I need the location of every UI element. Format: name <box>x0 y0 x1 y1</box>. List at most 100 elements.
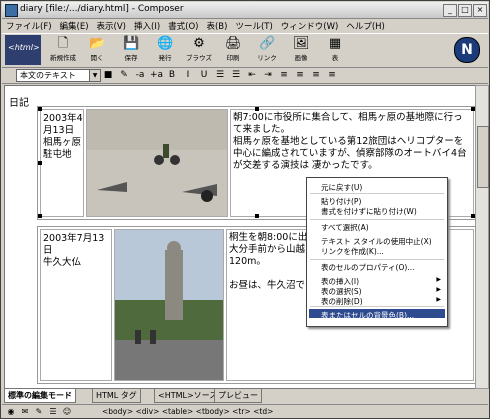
address-book-icon[interactable]: ☰ <box>48 407 58 417</box>
submenu-arrow-icon: ▶ <box>436 296 441 303</box>
composition-toolbar: <html> N 🗋 新規作成 📂 開く 💾 保存 🌐 発行 ⚙ ブラウズ 🖨 印刷 🔗 リンク 🖼 画像 ▦ 表 <box>2 33 488 68</box>
row2-date-cell[interactable]: 2003年7月13日 牛久大仏 <box>40 229 112 381</box>
toolbar-button-label: 開く <box>90 54 104 62</box>
format-tool-12[interactable]: ≡ <box>294 69 306 81</box>
maximize-button[interactable]: □ <box>458 4 472 17</box>
toolbar-button-label: 保存 <box>124 54 138 62</box>
menu-bar: ファイル(F) 編集(E) 表示(V) 挿入(I) 書式(O) 表(B) ツール(T) ウィン… <box>2 19 488 33</box>
paragraph-style-value: 本文のテキスト <box>20 71 76 80</box>
toolbar-button-label: リンク <box>257 54 277 62</box>
new-page-icon: 🗋 <box>57 36 69 51</box>
row2-date: 2003年7月13日 牛久大仏 <box>43 233 105 268</box>
composer-icon[interactable]: ✎ <box>34 407 44 417</box>
menu-item[interactable]: ウィンドウ(W) <box>277 19 343 33</box>
format-tool-4[interactable]: B <box>166 69 178 81</box>
tab-edit-mode-0[interactable]: 標準の編集モード <box>4 388 76 403</box>
context-menu-item[interactable]: リンクを作成(K)... <box>321 246 384 257</box>
context-menu-item[interactable]: 表の削除(D) <box>321 296 363 307</box>
toolbar-button-3[interactable]: 🌐 発行 <box>148 36 182 66</box>
context-menu: 元に戻す(U) 貼り付け(P) 書式を付けずに貼り付け(W) すべて選択(A) テキスト… <box>306 177 448 327</box>
vertical-scrollbar[interactable] <box>475 85 489 389</box>
context-menu-item[interactable]: すべて選択(A) <box>321 222 369 233</box>
menu-item[interactable]: 表(B) <box>202 19 231 33</box>
chevron-down-icon: ▼ <box>89 70 100 81</box>
menu-item[interactable]: 挿入(I) <box>130 19 164 33</box>
menu-item[interactable]: ヘルプ(H) <box>342 19 389 33</box>
format-toolbar: 本文のテキスト ▼ ■ ✎ -a +a B I U ☰ ☰ ⇤ ⇥ ≡ ≡ ≡ ≡ <box>2 67 488 84</box>
minimize-button[interactable]: _ <box>443 4 457 17</box>
resize-handle[interactable] <box>38 161 42 165</box>
document-heading: 日記 <box>9 98 29 109</box>
format-tool-11[interactable]: ≡ <box>278 69 290 81</box>
open-icon: 📂 <box>89 36 106 51</box>
menu-item[interactable]: ファイル(F) <box>2 19 56 33</box>
context-menu-item[interactable]: 元に戻す(U) <box>321 182 362 193</box>
format-tool-13[interactable]: ≡ <box>310 69 322 81</box>
save-icon: 💾 <box>123 36 140 51</box>
format-tool-5[interactable]: I <box>182 69 194 81</box>
row1-text: 朝7:00に市役所に集合して、相馬ヶ原の基地際に行って来ました。 相馬ヶ原を基地… <box>233 112 467 171</box>
menu-item[interactable]: ツール(T) <box>231 19 276 33</box>
menu-item[interactable]: 表示(V) <box>93 19 130 33</box>
toolbar-button-4[interactable]: ⚙ ブラウズ <box>182 36 216 66</box>
paragraph-style-select[interactable]: 本文のテキスト ▼ <box>16 69 101 82</box>
status-bar: ◉ ✉ ✎ ☰ ☺ <body> <div> <table> <tbody> <… <box>2 404 488 419</box>
navigator-icon[interactable]: ◉ <box>6 407 16 417</box>
chat-icon[interactable]: ☺ <box>62 407 72 417</box>
netscape-logo-icon[interactable]: N <box>454 37 480 63</box>
toolbar-button-8[interactable]: ▦ 表 <box>318 36 352 66</box>
context-menu-item[interactable]: 表のセルのプロパティ(O)... <box>321 262 414 273</box>
toolbar-button-label: 画像 <box>294 54 308 62</box>
publish-icon: 🌐 <box>157 36 174 51</box>
toolbar-button-2[interactable]: 💾 保存 <box>114 36 148 66</box>
menu-separator <box>310 193 444 194</box>
format-tool-10[interactable]: ⇥ <box>262 69 274 81</box>
toolbar-button-5[interactable]: 🖨 印刷 <box>216 36 250 66</box>
row2-photo[interactable] <box>114 229 224 381</box>
table-icon: ▦ <box>328 36 342 51</box>
format-tool-7[interactable]: ☰ <box>214 69 226 81</box>
tab-edit-mode-2[interactable]: <HTML>ソース <box>154 388 222 403</box>
context-menu-item[interactable]: 表またはセルの背景色(B)... <box>321 310 414 321</box>
format-tool-14[interactable]: ≡ <box>326 69 338 81</box>
daibutsu-photo <box>115 230 223 380</box>
submenu-arrow-icon: ▶ <box>436 276 441 283</box>
format-tool-2[interactable]: -a <box>134 69 146 81</box>
format-tool-0[interactable]: ■ <box>102 69 114 81</box>
toolbar-button-label: 新規作成 <box>50 54 76 62</box>
toolbar-button-label: 印刷 <box>226 54 240 62</box>
print-icon: 🖨 <box>225 36 242 51</box>
format-tool-6[interactable]: U <box>198 69 210 81</box>
submenu-arrow-icon: ▶ <box>436 286 441 293</box>
menu-item[interactable]: 編集(E) <box>56 19 93 33</box>
menu-separator <box>310 259 444 260</box>
row1-photo[interactable] <box>86 109 228 217</box>
link-icon: 🔗 <box>259 36 276 51</box>
html-badge: <html> <box>5 35 41 65</box>
toolbar-button-label: 表 <box>331 54 339 62</box>
format-tool-8[interactable]: ☰ <box>230 69 242 81</box>
menu-item[interactable]: 書式(O) <box>164 19 202 33</box>
toolbar-button-label: ブラウズ <box>186 54 212 62</box>
format-tool-1[interactable]: ✎ <box>118 69 130 81</box>
window-title: diary [file:/.../diary.html] - Composer <box>20 4 184 14</box>
close-button[interactable]: × <box>473 4 487 17</box>
scroll-thumb[interactable] <box>477 126 489 188</box>
format-tool-9[interactable]: ⇤ <box>246 69 258 81</box>
resize-handle[interactable] <box>38 107 42 111</box>
resize-handle[interactable] <box>255 107 259 111</box>
tab-edit-mode-3[interactable]: プレビュー <box>214 388 262 403</box>
edit-mode-tabs: 標準の編集モード HTML タグ <HTML>ソース プレビュー <box>2 388 488 403</box>
toolbar-button-label: 発行 <box>158 54 172 62</box>
toolbar-button-1[interactable]: 📂 開く <box>80 36 114 66</box>
resize-handle[interactable] <box>38 214 42 218</box>
format-tool-3[interactable]: +a <box>150 69 163 81</box>
toolbar-button-0[interactable]: 🗋 新規作成 <box>46 36 80 66</box>
row1-date-cell[interactable]: 2003年4月13日 相馬ヶ原駐屯地 <box>40 109 84 217</box>
toolbar-button-6[interactable]: 🔗 リンク <box>250 36 284 66</box>
tab-edit-mode-1[interactable]: HTML タグ <box>92 388 141 403</box>
mail-icon[interactable]: ✉ <box>20 407 30 417</box>
resize-handle[interactable] <box>255 214 259 218</box>
context-menu-item[interactable]: 書式を付けずに貼り付け(W) <box>321 206 417 217</box>
toolbar-button-7[interactable]: 🖼 画像 <box>284 36 318 66</box>
